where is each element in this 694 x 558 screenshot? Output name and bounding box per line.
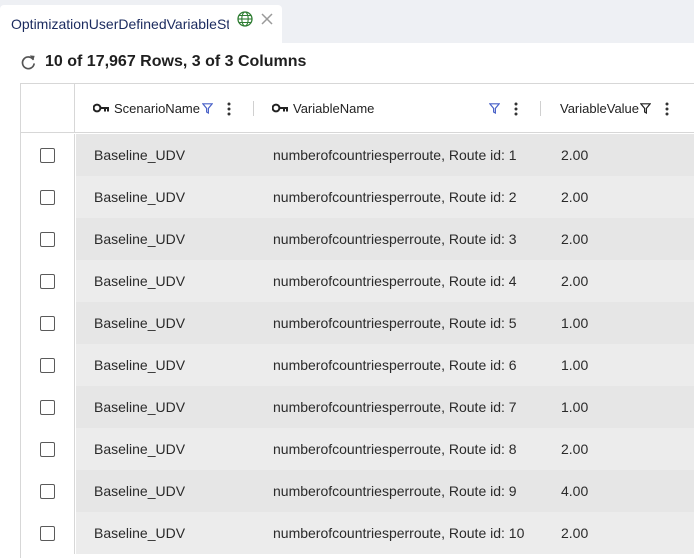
row-checkbox[interactable]: [40, 400, 55, 415]
column-header-variablename[interactable]: VariableName: [272, 84, 374, 132]
row-checkbox[interactable]: [40, 484, 55, 499]
row-checkbox[interactable]: [40, 190, 55, 205]
row-select-cell: [21, 218, 75, 260]
cell-variablename[interactable]: numberofcountriesperroute, Route id: 3: [273, 231, 517, 247]
cell-scenarioname[interactable]: Baseline_UDV: [94, 525, 185, 541]
cell-scenarioname[interactable]: Baseline_UDV: [94, 441, 185, 457]
cell-variablevalue[interactable]: 1.00: [561, 399, 588, 415]
table-row[interactable]: Baseline_UDV numberofcountriesperroute, …: [21, 512, 694, 554]
cell-scenarioname[interactable]: Baseline_UDV: [94, 231, 185, 247]
column-header-variablevalue[interactable]: VariableValue: [560, 84, 639, 132]
cell-scenarioname[interactable]: Baseline_UDV: [94, 189, 185, 205]
table-row[interactable]: Baseline_UDV numberofcountriesperroute, …: [21, 260, 694, 302]
row-checkbox[interactable]: [40, 232, 55, 247]
cell-variablevalue[interactable]: 2.00: [561, 147, 588, 163]
table-row[interactable]: Baseline_UDV numberofcountriesperroute, …: [21, 218, 694, 260]
row-select-cell: [21, 134, 75, 176]
column-label: VariableValue: [560, 100, 640, 116]
cell-variablename[interactable]: numberofcountriesperroute, Route id: 8: [273, 441, 517, 457]
close-icon[interactable]: [260, 12, 274, 26]
grid-header: ScenarioName VariableName VariableValue: [21, 84, 694, 133]
select-all-cell[interactable]: [21, 84, 75, 132]
row-select-cell: [21, 512, 75, 554]
table-row[interactable]: Baseline_UDV numberofcountriesperroute, …: [21, 134, 694, 176]
table-row[interactable]: Baseline_UDV numberofcountriesperroute, …: [21, 302, 694, 344]
status-line: 10 of 17,967 Rows, 3 of 3 Columns: [20, 50, 306, 74]
row-select-cell: [21, 386, 75, 428]
column-menu-icon[interactable]: [227, 102, 231, 116]
cell-variablevalue[interactable]: 2.00: [561, 273, 588, 289]
table-row[interactable]: Baseline_UDV numberofcountriesperroute, …: [21, 176, 694, 218]
tab-bar: OptimizationUserDefinedVariableSt: [0, 0, 694, 43]
row-checkbox[interactable]: [40, 148, 55, 163]
filter-icon[interactable]: [640, 103, 651, 114]
row-select-cell: [21, 470, 75, 512]
table-row[interactable]: Baseline_UDV numberofcountriesperroute, …: [21, 428, 694, 470]
row-select-cell: [21, 428, 75, 470]
cell-variablename[interactable]: numberofcountriesperroute, Route id: 6: [273, 357, 517, 373]
row-checkbox[interactable]: [40, 316, 55, 331]
column-separator[interactable]: [540, 101, 541, 116]
column-label: ScenarioName: [114, 100, 200, 116]
cell-variablename[interactable]: numberofcountriesperroute, Route id: 10: [273, 525, 524, 541]
filter-icon[interactable]: [489, 103, 500, 114]
data-grid: ScenarioName VariableName VariableValue …: [20, 83, 694, 558]
cell-scenarioname[interactable]: Baseline_UDV: [94, 483, 185, 499]
column-menu-icon[interactable]: [665, 102, 669, 116]
cell-variablevalue[interactable]: 2.00: [561, 441, 588, 457]
column-menu-icon[interactable]: [514, 102, 518, 116]
cell-scenarioname[interactable]: Baseline_UDV: [94, 273, 185, 289]
row-checkbox[interactable]: [40, 442, 55, 457]
cell-variablename[interactable]: numberofcountriesperroute, Route id: 4: [273, 273, 517, 289]
column-label: VariableName: [293, 100, 375, 116]
row-checkbox[interactable]: [40, 526, 55, 541]
cell-scenarioname[interactable]: Baseline_UDV: [94, 315, 185, 331]
cell-variablevalue[interactable]: 2.00: [561, 231, 588, 247]
row-select-cell: [21, 260, 75, 302]
cell-variablename[interactable]: numberofcountriesperroute, Route id: 5: [273, 315, 517, 331]
cell-variablename[interactable]: numberofcountriesperroute, Route id: 7: [273, 399, 517, 415]
cell-scenarioname[interactable]: Baseline_UDV: [94, 147, 185, 163]
row-checkbox[interactable]: [40, 274, 55, 289]
row-select-cell: [21, 176, 75, 218]
filter-icon[interactable]: [202, 103, 213, 114]
cell-variablevalue[interactable]: 2.00: [561, 189, 588, 205]
row-select-cell: [21, 344, 75, 386]
cell-scenarioname[interactable]: Baseline_UDV: [94, 357, 185, 373]
cell-variablevalue[interactable]: 4.00: [561, 483, 588, 499]
cell-variablevalue[interactable]: 1.00: [561, 357, 588, 373]
table-row[interactable]: Baseline_UDV numberofcountriesperroute, …: [21, 386, 694, 428]
cell-variablename[interactable]: numberofcountriesperroute, Route id: 1: [273, 147, 517, 163]
globe-icon: [237, 11, 253, 27]
tab-label: OptimizationUserDefinedVariableSt: [11, 16, 229, 32]
cell-variablevalue[interactable]: 1.00: [561, 315, 588, 331]
row-checkbox[interactable]: [40, 358, 55, 373]
cell-scenarioname[interactable]: Baseline_UDV: [94, 399, 185, 415]
table-row[interactable]: Baseline_UDV numberofcountriesperroute, …: [21, 344, 694, 386]
key-icon: [93, 103, 109, 113]
column-header-scenarioname[interactable]: ScenarioName: [93, 84, 200, 132]
row-column-count: 10 of 17,967 Rows, 3 of 3 Columns: [45, 53, 307, 70]
cell-variablevalue[interactable]: 2.00: [561, 525, 588, 541]
table-row[interactable]: Baseline_UDV numberofcountriesperroute, …: [21, 470, 694, 512]
cell-variablename[interactable]: numberofcountriesperroute, Route id: 2: [273, 189, 517, 205]
key-icon: [272, 103, 288, 113]
refresh-icon[interactable]: [20, 54, 37, 71]
cell-variablename[interactable]: numberofcountriesperroute, Route id: 9: [273, 483, 517, 499]
column-separator[interactable]: [253, 101, 254, 116]
row-select-cell: [21, 302, 75, 344]
